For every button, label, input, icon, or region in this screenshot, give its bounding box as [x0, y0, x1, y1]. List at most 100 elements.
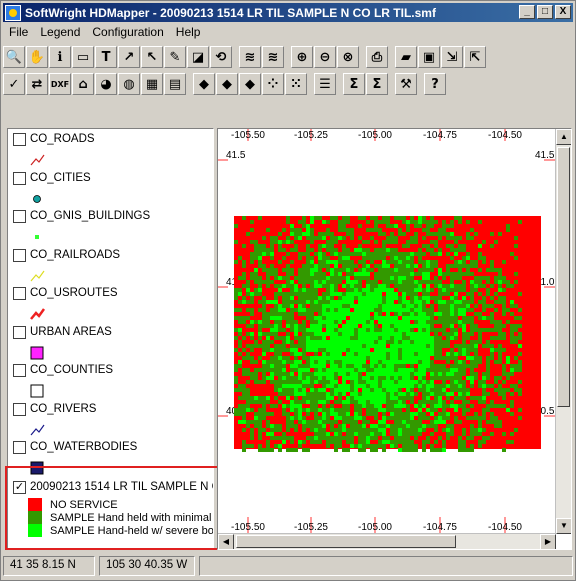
vertical-scrollbar[interactable]: ▲ ▼: [555, 129, 571, 534]
stack-color-button[interactable]: ◆: [216, 73, 238, 95]
layer-visibility-checkbox[interactable]: [13, 287, 26, 300]
layer-co-usroutes[interactable]: CO_USROUTES: [8, 285, 213, 323]
sum-selected-button[interactable]: Σ: [366, 73, 388, 95]
status-latitude: 41 35 8.15 N: [3, 556, 95, 576]
layer-urban-areas[interactable]: URBAN AREAS: [8, 324, 213, 362]
layer-co-roads[interactable]: CO_ROADS: [8, 131, 213, 169]
menu-file[interactable]: File: [3, 23, 34, 41]
rotate-button[interactable]: ⟲: [210, 46, 232, 68]
zoom-area-button[interactable]: 🔍: [3, 46, 25, 68]
points-box-button[interactable]: ⁙: [285, 73, 307, 95]
menu-legend[interactable]: Legend: [34, 23, 86, 41]
tower-button[interactable]: ⌂: [72, 73, 94, 95]
import-button[interactable]: ⇲: [441, 46, 463, 68]
layer-name: CO_RIVERS: [30, 402, 97, 415]
zoom-out-icon: ⊖: [319, 49, 331, 65]
pencil-icon: ✎: [169, 49, 181, 65]
export-button[interactable]: ⇱: [464, 46, 486, 68]
map-view[interactable]: -105.50 -105.50 -105.25 -105.25 -105.00 -105.…: [217, 128, 572, 550]
table-button[interactable]: ☰: [314, 73, 336, 95]
layer-visibility-checkbox[interactable]: [13, 133, 26, 146]
sum-button[interactable]: Σ: [343, 73, 365, 95]
layer-visibility-checkbox[interactable]: [13, 402, 26, 416]
layer-co-railroads[interactable]: CO_RAILROADS: [8, 247, 213, 285]
layer-visibility-checkbox[interactable]: [13, 364, 26, 377]
coverage-map[interactable]: -105.50 -105.50 -105.25 -105.25 -105.00 -105.…: [218, 129, 556, 534]
help-button[interactable]: ?: [424, 73, 446, 95]
wrench-button[interactable]: ⚒: [395, 73, 417, 95]
area-button[interactable]: ◪: [187, 46, 209, 68]
check-layer-button[interactable]: ✓: [3, 73, 25, 95]
scroll-left-button[interactable]: ◀: [218, 534, 234, 549]
layers-up-button[interactable]: ≋: [239, 46, 261, 68]
layer-visibility-checkbox[interactable]: [13, 325, 26, 339]
zoom-area-icon: 🔍: [5, 49, 23, 65]
grid-map-button[interactable]: ▤: [164, 73, 186, 95]
layer-name: CO_GNIS_BUILDINGS: [30, 210, 151, 222]
globe-icon: ◍: [123, 76, 135, 92]
coverage-icon: ◕: [100, 76, 112, 92]
check-layer-icon: ✓: [8, 76, 20, 92]
text-icon: T: [101, 49, 111, 65]
line-button[interactable]: ↗: [118, 46, 140, 68]
globe-button[interactable]: ◍: [118, 73, 140, 95]
text-button[interactable]: T: [95, 46, 117, 68]
layer-co-counties[interactable]: CO_COUNTIES: [8, 362, 213, 400]
print-button[interactable]: ⎙: [366, 46, 388, 68]
pan-hand-button[interactable]: ✋: [26, 46, 48, 68]
main-toolbar: 🔍 ✋ ℹ ▭ T ↗ ↖ ✎ ◪ ⟲ ≋ ≋ ⊕ ⊖ ⊗ ⎙ ▰ ▣ ⇲ ⇱: [3, 44, 487, 70]
horizontal-scroll-thumb[interactable]: [236, 535, 456, 548]
layer-name: CO_CITIES: [30, 171, 91, 184]
save-button[interactable]: ▣: [418, 46, 440, 68]
status-bar: 41 35 8.15 N 105 30 40.35 W: [3, 556, 573, 578]
top-tick-label: -104.75: [423, 130, 457, 141]
status-extra: [199, 556, 573, 576]
layer-co-rivers[interactable]: CO_RIVERS: [8, 401, 213, 439]
layer-co-cities[interactable]: CO_CITIES: [8, 170, 213, 208]
vertical-scroll-thumb[interactable]: [557, 147, 570, 407]
scroll-right-button[interactable]: ▶: [540, 534, 556, 549]
sum-selected-icon: Σ: [372, 76, 382, 92]
scroll-up-button[interactable]: ▲: [556, 129, 571, 145]
window-title: SoftWright HDMapper - 20090213 1514 LR T…: [25, 5, 436, 20]
grid-map-icon: ▤: [168, 76, 182, 92]
left-tick-label: 41.5: [226, 150, 246, 161]
info-button[interactable]: ℹ: [49, 46, 71, 68]
layer-visibility-checkbox[interactable]: [13, 248, 26, 262]
convert-button[interactable]: ⇄: [26, 73, 48, 95]
layer-visibility-checkbox[interactable]: [13, 171, 26, 185]
title-bar[interactable]: SoftWright HDMapper - 20090213 1514 LR T…: [3, 3, 573, 22]
stack-red-button[interactable]: ◆: [193, 73, 215, 95]
zoom-out-button[interactable]: ⊖: [314, 46, 336, 68]
close-button[interactable]: X: [555, 5, 571, 19]
horizontal-scrollbar[interactable]: ◀ ▶: [218, 533, 556, 549]
layer-visibility-checkbox[interactable]: [13, 210, 26, 223]
menu-help[interactable]: Help: [170, 23, 207, 41]
layer-co-gnis-buildings[interactable]: CO_GNIS_BUILDINGS: [8, 208, 213, 246]
usroutes-symbol-icon: [30, 307, 46, 320]
coverage-button[interactable]: ◕: [95, 73, 117, 95]
label-button[interactable]: ▭: [72, 46, 94, 68]
open-folder-button[interactable]: ▰: [395, 46, 417, 68]
maximize-button[interactable]: □: [537, 5, 553, 19]
layer-visibility-checkbox[interactable]: [13, 441, 26, 454]
points-button[interactable]: ⁘: [262, 73, 284, 95]
layers-down-button[interactable]: ≋: [262, 46, 284, 68]
grid-color-icon: ▦: [145, 76, 159, 92]
minimize-button[interactable]: _: [519, 5, 535, 19]
grid-color-button[interactable]: ▦: [141, 73, 163, 95]
pencil-button[interactable]: ✎: [164, 46, 186, 68]
menu-configuration[interactable]: Configuration: [86, 23, 169, 41]
bottom-tick-label: -104.75: [423, 522, 457, 533]
select-arrow-button[interactable]: ↖: [141, 46, 163, 68]
counties-symbol-icon: [30, 384, 44, 398]
rivers-symbol-icon: [30, 423, 45, 435]
scroll-down-button[interactable]: ▼: [556, 518, 571, 534]
rotate-icon: ⟲: [215, 49, 227, 65]
dxf-button[interactable]: DXF: [49, 73, 71, 95]
dxf-icon: DXF: [50, 79, 70, 89]
wrench-icon: ⚒: [400, 76, 412, 92]
stack-yellow-button[interactable]: ◆: [239, 73, 261, 95]
zoom-cancel-button[interactable]: ⊗: [337, 46, 359, 68]
zoom-in-button[interactable]: ⊕: [291, 46, 313, 68]
